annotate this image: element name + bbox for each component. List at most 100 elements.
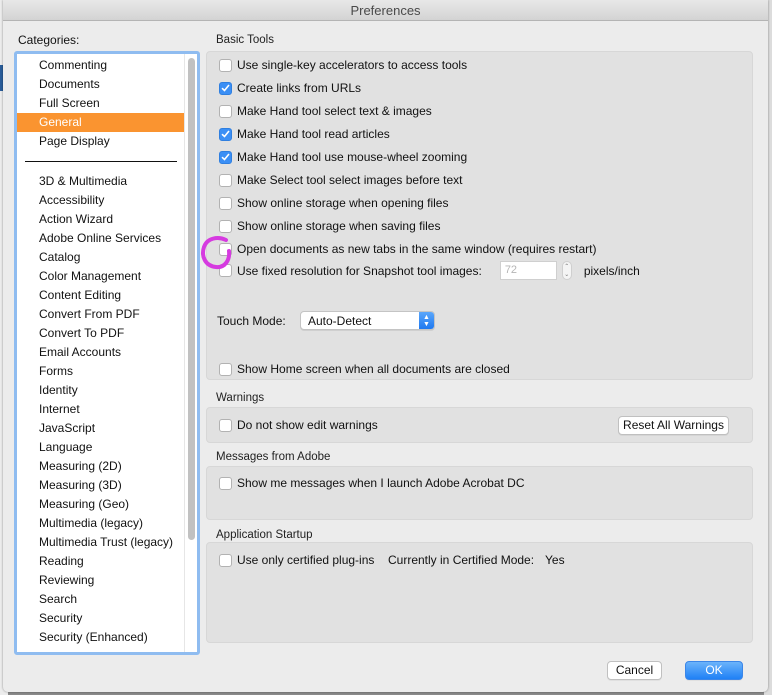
category-item[interactable]: Page Display — [17, 132, 184, 151]
category-item[interactable]: Commenting — [17, 56, 184, 75]
messages-group: Show me messages when I launch Adobe Acr… — [206, 466, 753, 520]
basic-tools-option-checkbox[interactable] — [219, 150, 232, 164]
basic-tools-group: Use fixed resolution for Snapshot tool i… — [206, 51, 753, 380]
category-item[interactable]: Adobe Online Services — [17, 229, 184, 248]
basic-tools-option-label: Make Hand tool select text & images — [237, 104, 432, 118]
basic-tools-option-label: Make Hand tool use mouse-wheel zooming — [237, 150, 468, 164]
basic-tools-option-label: Make Select tool select images before te… — [237, 173, 463, 187]
touch-mode-value: Auto-Detect — [308, 313, 372, 328]
snapshot-resolution-label: Use fixed resolution for Snapshot tool i… — [237, 263, 482, 278]
basic-tools-option-checkbox[interactable] — [219, 173, 232, 187]
basic-tools-option-label: Show online storage when opening files — [237, 196, 449, 210]
edit-warnings-checkbox[interactable] — [219, 418, 232, 432]
category-item[interactable]: Full Screen — [17, 94, 184, 113]
cancel-button[interactable]: Cancel — [607, 661, 662, 680]
window-title: Preferences — [350, 3, 421, 18]
category-item[interactable]: Documents — [17, 75, 184, 94]
basic-tools-option-checkbox[interactable] — [219, 196, 232, 210]
categories-scrollbar[interactable] — [187, 56, 196, 650]
title-bar[interactable]: Preferences — [3, 0, 768, 21]
snapshot-resolution-unit: pixels/inch — [583, 263, 640, 278]
reset-all-warnings-button[interactable]: Reset All Warnings — [618, 416, 729, 435]
basic-tools-option-row: Open documents as new tabs in the same w… — [219, 242, 597, 256]
category-item[interactable]: Multimedia (legacy) — [17, 514, 184, 533]
certified-plugins-row: Use only certified plug-ins — [219, 553, 374, 567]
category-item[interactable]: Measuring (3D) — [17, 476, 184, 495]
basic-tools-option-checkbox[interactable] — [219, 127, 232, 141]
basic-tools-option-row: Show online storage when opening files — [219, 196, 448, 210]
category-item[interactable]: Security — [17, 609, 184, 628]
basic-tools-option-row: Make Select tool select images before te… — [219, 173, 462, 187]
messages-title: Messages from Adobe — [216, 451, 331, 463]
edit-warnings-label: Do not show edit warnings — [237, 418, 378, 432]
category-item[interactable]: Convert To PDF — [17, 324, 184, 343]
category-item[interactable]: Content Editing — [17, 286, 184, 305]
basic-tools-option-row: Make Hand tool use mouse-wheel zooming — [219, 150, 467, 164]
adobe-messages-checkbox[interactable] — [219, 476, 232, 490]
category-item[interactable]: Email Accounts — [17, 343, 184, 362]
home-screen-label: Show Home screen when all documents are … — [237, 362, 510, 376]
ok-button[interactable]: OK — [685, 661, 743, 680]
basic-tools-option-row: Use single-key accelerators to access to… — [219, 58, 467, 72]
touch-mode-label: Touch Mode: — [217, 314, 286, 328]
touch-mode-select[interactable]: Auto-Detect ▲ ▼ — [300, 311, 435, 330]
category-item[interactable]: Reading — [17, 552, 184, 571]
category-item[interactable]: Convert From PDF — [17, 305, 184, 324]
adobe-messages-row: Show me messages when I launch Adobe Acr… — [219, 476, 525, 490]
category-item[interactable]: Language — [17, 438, 184, 457]
category-item[interactable]: Measuring (Geo) — [17, 495, 184, 514]
basic-tools-option-checkbox[interactable] — [219, 81, 232, 95]
home-screen-row: Show Home screen when all documents are … — [219, 362, 510, 376]
category-item[interactable]: Multimedia Trust (legacy) — [17, 533, 184, 552]
category-item[interactable]: Search — [17, 590, 184, 609]
snapshot-resolution-input[interactable]: 72 — [499, 261, 557, 280]
basic-tools-option-checkbox[interactable] — [219, 58, 232, 72]
certified-mode-value: Yes — [545, 553, 565, 567]
category-item[interactable]: General — [17, 113, 184, 132]
preferences-dialog: Preferences Categories: Commenting Docume… — [3, 0, 768, 692]
category-item[interactable]: Catalog — [17, 248, 184, 267]
basic-tools-option-row: Show online storage when saving files — [219, 219, 440, 233]
warnings-group: Do not show edit warnings Reset All Warn… — [206, 407, 753, 443]
home-screen-checkbox[interactable] — [219, 362, 232, 376]
basic-tools-title: Basic Tools — [216, 34, 274, 46]
categories-list: Commenting Documents Full Screen General Pag… — [14, 51, 200, 655]
category-item[interactable]: Action Wizard — [17, 210, 184, 229]
category-item[interactable]: Measuring (2D) — [17, 457, 184, 476]
adobe-messages-label: Show me messages when I launch Adobe Acr… — [237, 476, 525, 490]
startup-group: Use only certified plug-ins Currently in… — [206, 542, 753, 643]
basic-tools-option-checkbox[interactable] — [219, 242, 232, 256]
categories-label: Categories: — [18, 33, 80, 47]
select-arrows-icon: ▲ ▼ — [419, 312, 434, 329]
snapshot-resolution-stepper[interactable]: ⌃ ⌄ — [561, 261, 572, 280]
category-item[interactable]: Internet — [17, 400, 184, 419]
category-separator — [25, 161, 177, 162]
basic-tools-option-label: Show online storage when saving files — [237, 219, 441, 233]
certified-plugins-label: Use only certified plug-ins — [237, 553, 375, 567]
certified-mode-label: Currently in Certified Mode: — [388, 553, 535, 567]
basic-tools-option-label: Create links from URLs — [237, 81, 362, 95]
basic-tools-option-label: Open documents as new tabs in the same w… — [237, 242, 597, 256]
category-item[interactable]: Identity — [17, 381, 184, 400]
category-item[interactable]: Accessibility — [17, 191, 184, 210]
category-item[interactable]: Security (Enhanced) — [17, 628, 184, 647]
category-item[interactable]: Reviewing — [17, 571, 184, 590]
category-item[interactable]: Forms — [17, 362, 184, 381]
basic-tools-option-label: Use single-key accelerators to access to… — [237, 58, 468, 72]
categories-list-items: Commenting Documents Full Screen General Pag… — [17, 54, 185, 652]
basic-tools-option-label: Make Hand tool read articles — [237, 127, 390, 141]
basic-tools-option-row: Make Hand tool select text & images — [219, 104, 432, 118]
warnings-title: Warnings — [216, 392, 265, 404]
basic-tools-option-checkbox[interactable] — [219, 219, 232, 233]
certified-plugins-checkbox[interactable] — [219, 553, 232, 567]
category-item[interactable]: Color Management — [17, 267, 184, 286]
snapshot-resolution-row: Use fixed resolution for Snapshot tool i… — [219, 261, 640, 280]
snapshot-resolution-checkbox[interactable] — [219, 264, 232, 277]
basic-tools-option-checkbox[interactable] — [219, 104, 232, 118]
category-item[interactable]: JavaScript — [17, 419, 184, 438]
basic-tools-option-row: Create links from URLs — [219, 81, 361, 95]
basic-tools-option-row: Make Hand tool read articles — [219, 127, 390, 141]
scrollbar-thumb[interactable] — [188, 58, 195, 540]
category-item[interactable]: 3D & Multimedia — [17, 172, 184, 191]
startup-title: Application Startup — [216, 529, 313, 541]
